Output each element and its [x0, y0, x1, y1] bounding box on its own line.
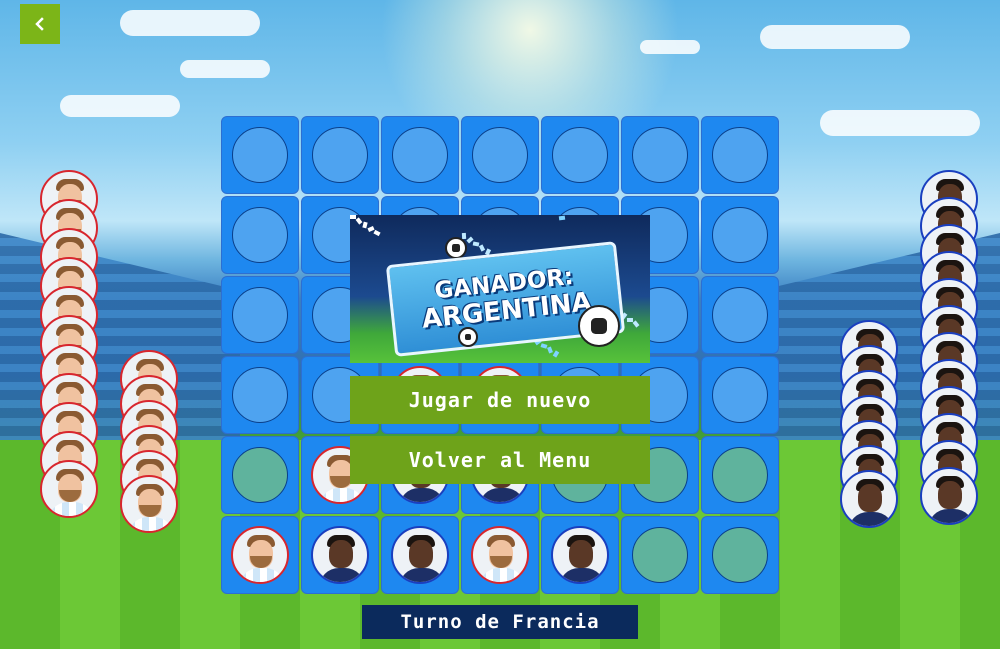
confetti-piece	[478, 244, 486, 252]
francia-reserve-stack	[840, 320, 900, 530]
turn-indicator: Turno de Francia	[362, 605, 638, 639]
francia-token	[920, 467, 978, 525]
winner-dialog: GANADOR: ARGENTINA Jugar de nuevo Volver…	[350, 215, 650, 485]
board-cell[interactable]	[381, 116, 459, 194]
empty-slot	[712, 127, 768, 183]
board-cell[interactable]	[221, 436, 299, 514]
empty-slot	[232, 287, 288, 343]
board-cell[interactable]	[541, 516, 619, 594]
cloud	[180, 60, 270, 78]
board-cell[interactable]	[221, 276, 299, 354]
francia-token	[391, 526, 449, 584]
confetti-piece	[626, 317, 634, 323]
cloud	[760, 25, 910, 49]
empty-slot	[632, 527, 688, 583]
board-cell[interactable]	[701, 276, 779, 354]
board-cell[interactable]	[621, 116, 699, 194]
empty-slot	[712, 447, 768, 503]
francia-reserve-stack	[920, 170, 980, 530]
soccer-ball-icon	[458, 327, 478, 347]
empty-slot	[232, 447, 288, 503]
board-cell[interactable]	[541, 116, 619, 194]
cloud	[60, 95, 180, 117]
argentina-token	[40, 460, 98, 518]
empty-slot	[232, 207, 288, 263]
soccer-ball-icon	[445, 237, 467, 259]
board-cell[interactable]	[221, 196, 299, 274]
back-to-menu-button[interactable]: Volver al Menu	[350, 436, 650, 484]
confetti-piece	[558, 215, 566, 221]
argentina-token	[231, 526, 289, 584]
francia-token	[311, 526, 369, 584]
board-cell[interactable]	[381, 516, 459, 594]
confetti-piece	[552, 350, 560, 358]
confetti-piece	[350, 215, 356, 219]
confetti-piece	[355, 217, 363, 225]
empty-slot	[232, 127, 288, 183]
cloud	[120, 10, 260, 36]
argentina-token	[471, 526, 529, 584]
board-cell[interactable]	[701, 436, 779, 514]
empty-slot	[232, 367, 288, 423]
empty-slot	[472, 127, 528, 183]
board-cell[interactable]	[701, 356, 779, 434]
francia-token	[551, 526, 609, 584]
cloud	[820, 110, 980, 136]
argentina-reserve-stack	[40, 170, 100, 530]
chevron-left-icon	[35, 17, 44, 31]
cloud	[640, 40, 700, 54]
empty-slot	[712, 527, 768, 583]
francia-token	[840, 470, 898, 528]
empty-slot	[632, 127, 688, 183]
board-cell[interactable]	[221, 516, 299, 594]
board-cell[interactable]	[221, 356, 299, 434]
play-again-button[interactable]: Jugar de nuevo	[350, 376, 650, 424]
board-cell[interactable]	[301, 116, 379, 194]
board-cell[interactable]	[701, 196, 779, 274]
empty-slot	[552, 127, 608, 183]
soccer-ball-icon	[578, 305, 620, 347]
board-cell[interactable]	[301, 516, 379, 594]
empty-slot	[392, 127, 448, 183]
empty-slot	[712, 207, 768, 263]
back-button[interactable]	[20, 4, 60, 44]
winner-banner: GANADOR: ARGENTINA	[350, 215, 650, 363]
board-cell[interactable]	[701, 116, 779, 194]
board-cell[interactable]	[461, 116, 539, 194]
board-cell[interactable]	[701, 516, 779, 594]
confetti-piece	[547, 346, 553, 354]
confetti-piece	[632, 320, 640, 328]
argentina-token	[120, 475, 178, 533]
board-cell[interactable]	[461, 516, 539, 594]
confetti-piece	[373, 229, 381, 237]
argentina-reserve-stack	[120, 350, 180, 533]
board-cell[interactable]	[221, 116, 299, 194]
empty-slot	[712, 287, 768, 343]
board-cell[interactable]	[621, 516, 699, 594]
empty-slot	[312, 127, 368, 183]
empty-slot	[712, 367, 768, 423]
